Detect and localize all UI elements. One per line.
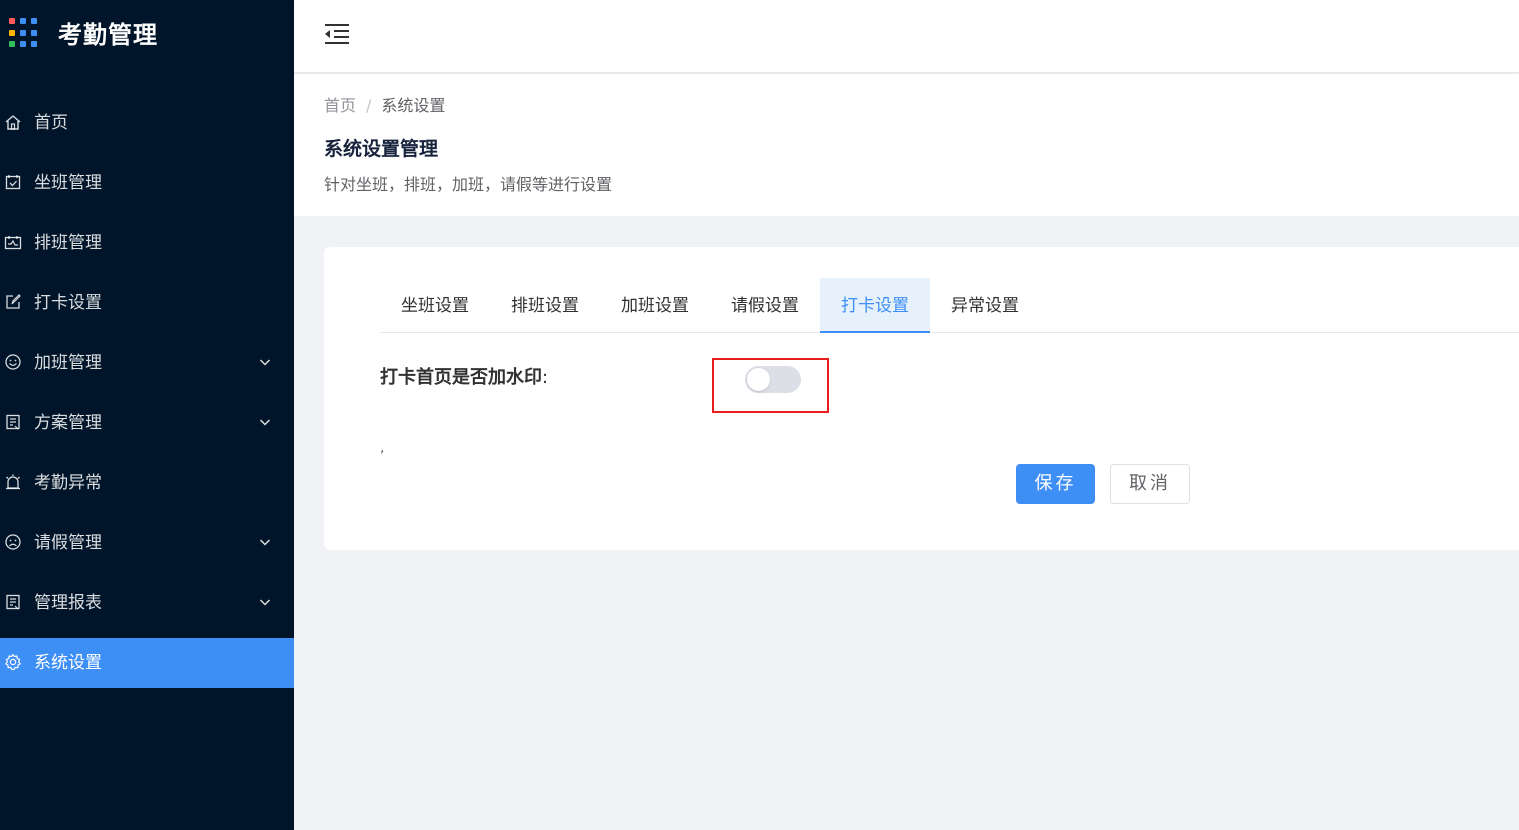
chevron-down-icon (259, 419, 271, 426)
document-icon (6, 414, 20, 430)
sidebar-item-label: 考勤异常 (34, 473, 102, 493)
sidebar-item-10[interactable]: 系统设置 (0, 638, 294, 688)
schedule-icon (4, 236, 22, 250)
calendar-check-icon (5, 175, 21, 190)
gear-icon (5, 653, 21, 671)
app-grid-icon (9, 18, 39, 48)
chevron-down-icon (259, 539, 271, 546)
page-header: 首页 / 系统设置 系统设置管理 针对坐班，排班，加班，请假等进行设置 (294, 74, 1519, 216)
home-icon (5, 115, 21, 130)
report-icon (6, 594, 20, 610)
logo-dot (31, 29, 37, 36)
tab-6[interactable]: 异常设置 (930, 278, 1040, 332)
watermark-label: 打卡首页是否加水印: (380, 365, 548, 391)
sidebar-item-label: 加班管理 (34, 353, 102, 373)
logo-dot (20, 29, 26, 36)
stray-text: , (380, 440, 385, 456)
sidebar-item-label: 排班管理 (34, 233, 102, 253)
logo-dot (31, 41, 37, 48)
sidebar-item-7[interactable]: 考勤异常 (0, 458, 294, 508)
sidebar-item-label: 系统设置 (34, 653, 102, 673)
watermark-label-colon: : (542, 367, 549, 388)
logo-dot (9, 18, 15, 24)
sidebar-item-label: 坐班管理 (34, 173, 102, 193)
menu-fold-icon[interactable] (324, 22, 350, 46)
watermark-switch[interactable] (745, 366, 801, 393)
tab-4[interactable]: 请假设置 (710, 278, 820, 332)
app-logo[interactable]: 考勤管理 (0, 0, 294, 72)
tab-2[interactable]: 排班设置 (490, 278, 600, 332)
sidebar-item-label: 请假管理 (34, 533, 102, 553)
settings-tabs: 坐班设置 排班设置 加班设置 请假设置 打卡设置 异常设置 (380, 278, 1519, 333)
sidebar-item-5[interactable]: 加班管理 (0, 338, 294, 388)
logo-dot (31, 18, 37, 24)
settings-card: 坐班设置 排班设置 加班设置 请假设置 打卡设置 异常设置 打卡首页是否加水印: , 保存… (324, 247, 1519, 550)
breadcrumb-separator: / (366, 96, 372, 115)
edit-icon (6, 294, 21, 309)
sidebar-item-9[interactable]: 管理报表 (0, 578, 294, 628)
sidebar-item-label: 首页 (34, 113, 68, 133)
sidebar-item-label: 管理报表 (34, 593, 102, 613)
sidebar-item-4[interactable]: 打卡设置 (0, 278, 294, 328)
page-title: 系统设置管理 (324, 138, 439, 160)
tab-5[interactable]: 打卡设置 (820, 278, 930, 333)
page-description: 针对坐班，排班，加班，请假等进行设置 (324, 175, 613, 194)
switch-knob (747, 368, 770, 391)
sidebar-item-8[interactable]: 请假管理 (0, 518, 294, 568)
tab-3[interactable]: 加班设置 (600, 278, 710, 332)
sidebar-item-6[interactable]: 方案管理 (0, 398, 294, 448)
chevron-down-icon (259, 599, 271, 606)
sidebar-item-3[interactable]: 排班管理 (0, 218, 294, 268)
breadcrumb: 首页 / 系统设置 (324, 94, 445, 118)
sidebar-item-label: 打卡设置 (34, 293, 102, 313)
frown-icon (5, 534, 21, 550)
save-button[interactable]: 保存 (1016, 464, 1095, 504)
logo-dot (20, 41, 26, 48)
logo-dot (9, 29, 15, 36)
cancel-button[interactable]: 取消 (1110, 464, 1190, 504)
sidebar-item-label: 方案管理 (34, 413, 102, 433)
alarm-icon (6, 474, 20, 490)
smile-icon (5, 354, 21, 370)
sidebar-item-2[interactable]: 坐班管理 (0, 158, 294, 208)
breadcrumb-home[interactable]: 首页 (324, 96, 356, 115)
app-title: 考勤管理 (58, 21, 158, 49)
top-header (294, 0, 1519, 72)
chevron-down-icon (259, 359, 271, 366)
watermark-label-text: 打卡首页是否加水印 (380, 367, 542, 388)
logo-dot (9, 41, 15, 48)
breadcrumb-current: 系统设置 (381, 96, 446, 115)
sidebar-item-1[interactable]: 首页 (0, 98, 294, 148)
tab-1[interactable]: 坐班设置 (380, 278, 490, 332)
logo-dot (20, 18, 26, 24)
sidebar: 考勤管理 首页坐班管理排班管理打卡设置加班管理方案管理考勤异常请假管理管理报表系… (0, 0, 294, 830)
